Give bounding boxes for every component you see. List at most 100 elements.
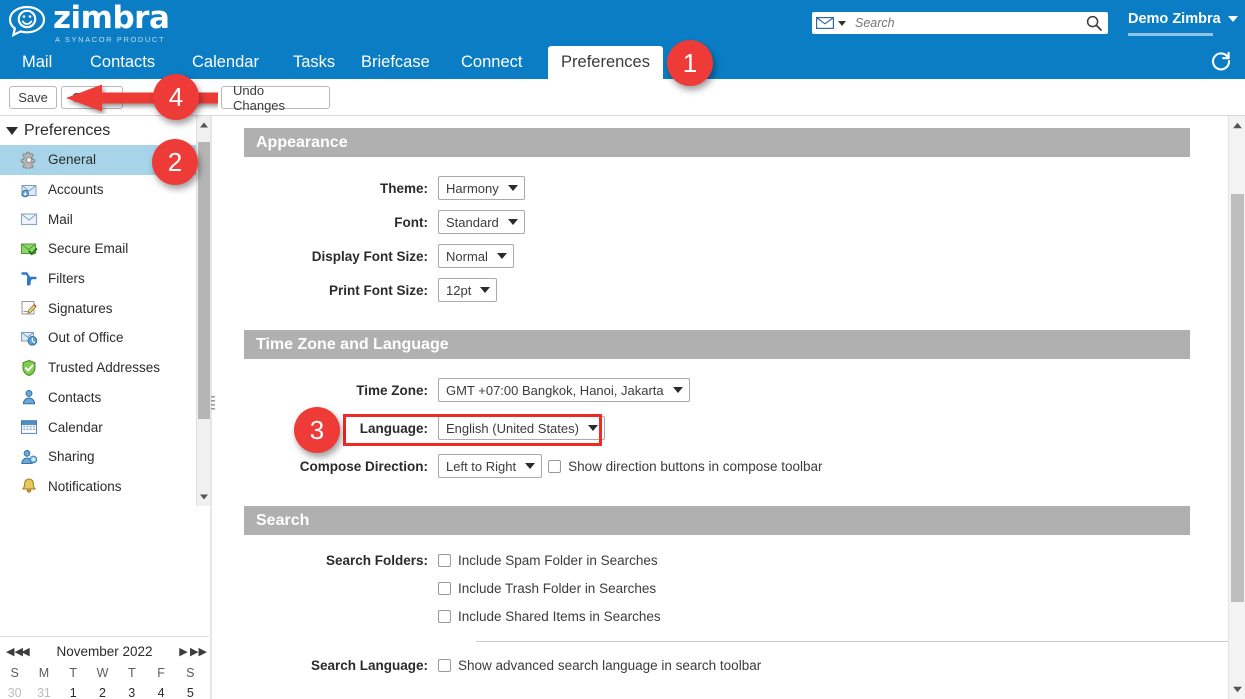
tab-preferences[interactable]: Preferences bbox=[548, 46, 663, 79]
preferences-general-content: Appearance Theme: Harmony Font: Standard… bbox=[216, 116, 1228, 699]
sidebar-item-secure-email[interactable]: Secure Email bbox=[0, 234, 196, 264]
time-zone-select[interactable]: GMT +07:00 Bangkok, Hanoi, Jakarta bbox=[438, 378, 690, 402]
mini-calendar-day[interactable]: 5 bbox=[176, 682, 205, 699]
include-trash-label: Include Trash Folder in Searches bbox=[458, 581, 657, 596]
magnifier-icon[interactable] bbox=[1086, 15, 1102, 31]
mini-calendar-day[interactable]: 30 bbox=[0, 682, 29, 699]
tab-briefcase[interactable]: Briefcase bbox=[347, 46, 444, 79]
row-search-folders-spam: Search Folders: Include Spam Folder in S… bbox=[244, 553, 1228, 568]
include-trash-row: Include Trash Folder in Searches bbox=[438, 581, 656, 596]
compose-direction-select[interactable]: Left to Right bbox=[438, 454, 543, 478]
splitter-grip-icon[interactable] bbox=[211, 396, 215, 412]
include-shared-checkbox[interactable] bbox=[438, 610, 451, 623]
sidebar-item-signatures[interactable]: Signatures bbox=[0, 293, 196, 323]
tab-calendar[interactable]: Calendar bbox=[178, 46, 273, 79]
search-bar[interactable] bbox=[812, 12, 1108, 34]
mail-icon bbox=[20, 213, 38, 226]
content-scrollbar-thumb[interactable] bbox=[1231, 194, 1244, 602]
sidebar-scrollbar[interactable] bbox=[196, 116, 210, 506]
mini-calendar-weekday: W bbox=[96, 665, 109, 680]
sidebar-item-contacts[interactable]: Contacts bbox=[0, 383, 196, 413]
user-chevron-down-icon[interactable] bbox=[1227, 16, 1238, 22]
section-title: Search bbox=[256, 511, 310, 529]
refresh-icon[interactable] bbox=[1210, 50, 1232, 72]
tab-connect[interactable]: Connect bbox=[447, 46, 536, 79]
collapse-triangle-icon[interactable] bbox=[6, 126, 18, 135]
calendar-last-icon[interactable]: ▶▶ bbox=[190, 645, 207, 658]
row-search-folders-shared: Include Shared Items in Searches bbox=[244, 609, 1228, 624]
content-scrollbar[interactable] bbox=[1228, 116, 1245, 699]
search-input[interactable] bbox=[846, 15, 1086, 31]
advanced-search-language-checkbox[interactable] bbox=[438, 659, 451, 672]
sidebar-item-notifications[interactable]: Notifications bbox=[0, 472, 196, 500]
app-header: zimbra A SYNACOR PRODUCT Demo Zimbra bbox=[0, 0, 1245, 46]
mini-calendar-day[interactable]: 1 bbox=[59, 682, 88, 699]
print-font-size-value: 12pt bbox=[446, 282, 472, 298]
display-font-size-value: Normal bbox=[446, 248, 488, 264]
sidebar-item-filters[interactable]: Filters bbox=[0, 264, 196, 294]
sidebar-item-out-of-office[interactable]: Out of Office bbox=[0, 323, 196, 353]
sidebar-item-sharing[interactable]: Sharing bbox=[0, 442, 196, 472]
sidebar-item-calendar[interactable]: Calendar bbox=[0, 412, 196, 442]
section-appearance-header: Appearance bbox=[244, 128, 1190, 157]
sidebar-item-label: Accounts bbox=[48, 182, 104, 198]
sidebar-item-label: Sharing bbox=[48, 449, 95, 465]
sharing-icon bbox=[21, 449, 38, 464]
chevron-down-icon[interactable] bbox=[507, 219, 518, 225]
theme-value: Harmony bbox=[446, 180, 499, 196]
chevron-down-icon[interactable] bbox=[525, 463, 536, 469]
search-type-chevron-down-icon[interactable] bbox=[838, 20, 846, 26]
tab-contacts[interactable]: Contacts bbox=[76, 46, 169, 79]
font-select[interactable]: Standard bbox=[438, 210, 525, 234]
save-button[interactable]: Save bbox=[9, 86, 57, 109]
content-scroll-down-arrow-icon[interactable] bbox=[1232, 684, 1243, 695]
row-search-folders-trash: Include Trash Folder in Searches bbox=[244, 581, 1228, 596]
mini-calendar-day[interactable]: 4 bbox=[146, 682, 175, 699]
chevron-down-icon[interactable] bbox=[496, 253, 507, 259]
user-menu-button[interactable]: Demo Zimbra bbox=[1128, 11, 1238, 27]
calendar-first-icon[interactable]: ◀◀ bbox=[6, 645, 23, 658]
sidebar-item-mail[interactable]: Mail bbox=[0, 204, 196, 234]
sidebar-item-trusted-addresses[interactable]: Trusted Addresses bbox=[0, 353, 196, 383]
annotation-marker-4: 4 bbox=[153, 74, 199, 120]
zimbra-logo[interactable]: zimbra A SYNACOR PRODUCT bbox=[8, 3, 170, 44]
chevron-down-icon[interactable] bbox=[480, 287, 491, 293]
theme-select[interactable]: Harmony bbox=[438, 176, 525, 200]
advanced-search-language-label: Show advanced search language in search … bbox=[458, 658, 762, 673]
display-font-size-select[interactable]: Normal bbox=[438, 244, 514, 268]
theme-label: Theme: bbox=[379, 180, 428, 196]
sidebar-item-label: Contacts bbox=[48, 389, 102, 405]
scroll-down-arrow-icon[interactable] bbox=[199, 492, 209, 502]
undo-changes-button[interactable]: Undo Changes bbox=[221, 83, 330, 113]
mini-calendar-weekday: M bbox=[38, 665, 50, 680]
include-spam-label: Include Spam Folder in Searches bbox=[458, 553, 658, 568]
mini-calendar-day[interactable]: 2 bbox=[88, 682, 117, 699]
content-scroll-up-arrow-icon[interactable] bbox=[1232, 120, 1243, 131]
scroll-up-arrow-icon[interactable] bbox=[199, 120, 209, 130]
calendar-next-icon[interactable]: ▶ bbox=[177, 645, 190, 658]
show-direction-buttons-checkbox[interactable] bbox=[548, 459, 562, 473]
include-trash-checkbox[interactable] bbox=[438, 582, 451, 595]
language-select[interactable]: English (United States) bbox=[438, 416, 605, 440]
search-folders-label: Search Folders: bbox=[325, 553, 428, 568]
include-spam-checkbox[interactable] bbox=[438, 554, 451, 567]
tab-tasks[interactable]: Tasks bbox=[279, 46, 349, 79]
search-language-label: Search Language: bbox=[310, 658, 428, 673]
envelope-icon[interactable] bbox=[816, 17, 834, 29]
print-font-size-select[interactable]: 12pt bbox=[438, 278, 498, 302]
section-title: Time Zone and Language bbox=[256, 335, 449, 353]
mini-calendar-header: ◀◀ ◀ November 2022 ▶ ▶▶ bbox=[0, 641, 209, 661]
calendar-prev-icon[interactable]: ◀ bbox=[19, 645, 32, 658]
time-zone-value: GMT +07:00 Bangkok, Hanoi, Jakarta bbox=[446, 382, 664, 398]
chevron-down-icon[interactable] bbox=[672, 387, 683, 393]
include-shared-row: Include Shared Items in Searches bbox=[438, 609, 661, 624]
mini-calendar-day[interactable]: 3 bbox=[117, 682, 146, 699]
tab-mail[interactable]: Mail bbox=[8, 46, 66, 79]
gear-icon bbox=[20, 151, 36, 169]
chevron-down-icon[interactable] bbox=[507, 185, 518, 191]
section-title: Appearance bbox=[256, 133, 348, 151]
mini-calendar-grid: SMTWTFS 30311234567891011121314151617181… bbox=[0, 663, 205, 699]
mini-calendar-day[interactable]: 31 bbox=[29, 682, 58, 699]
chevron-down-icon[interactable] bbox=[587, 425, 598, 431]
sidebar-scrollbar-thumb[interactable] bbox=[198, 142, 210, 419]
